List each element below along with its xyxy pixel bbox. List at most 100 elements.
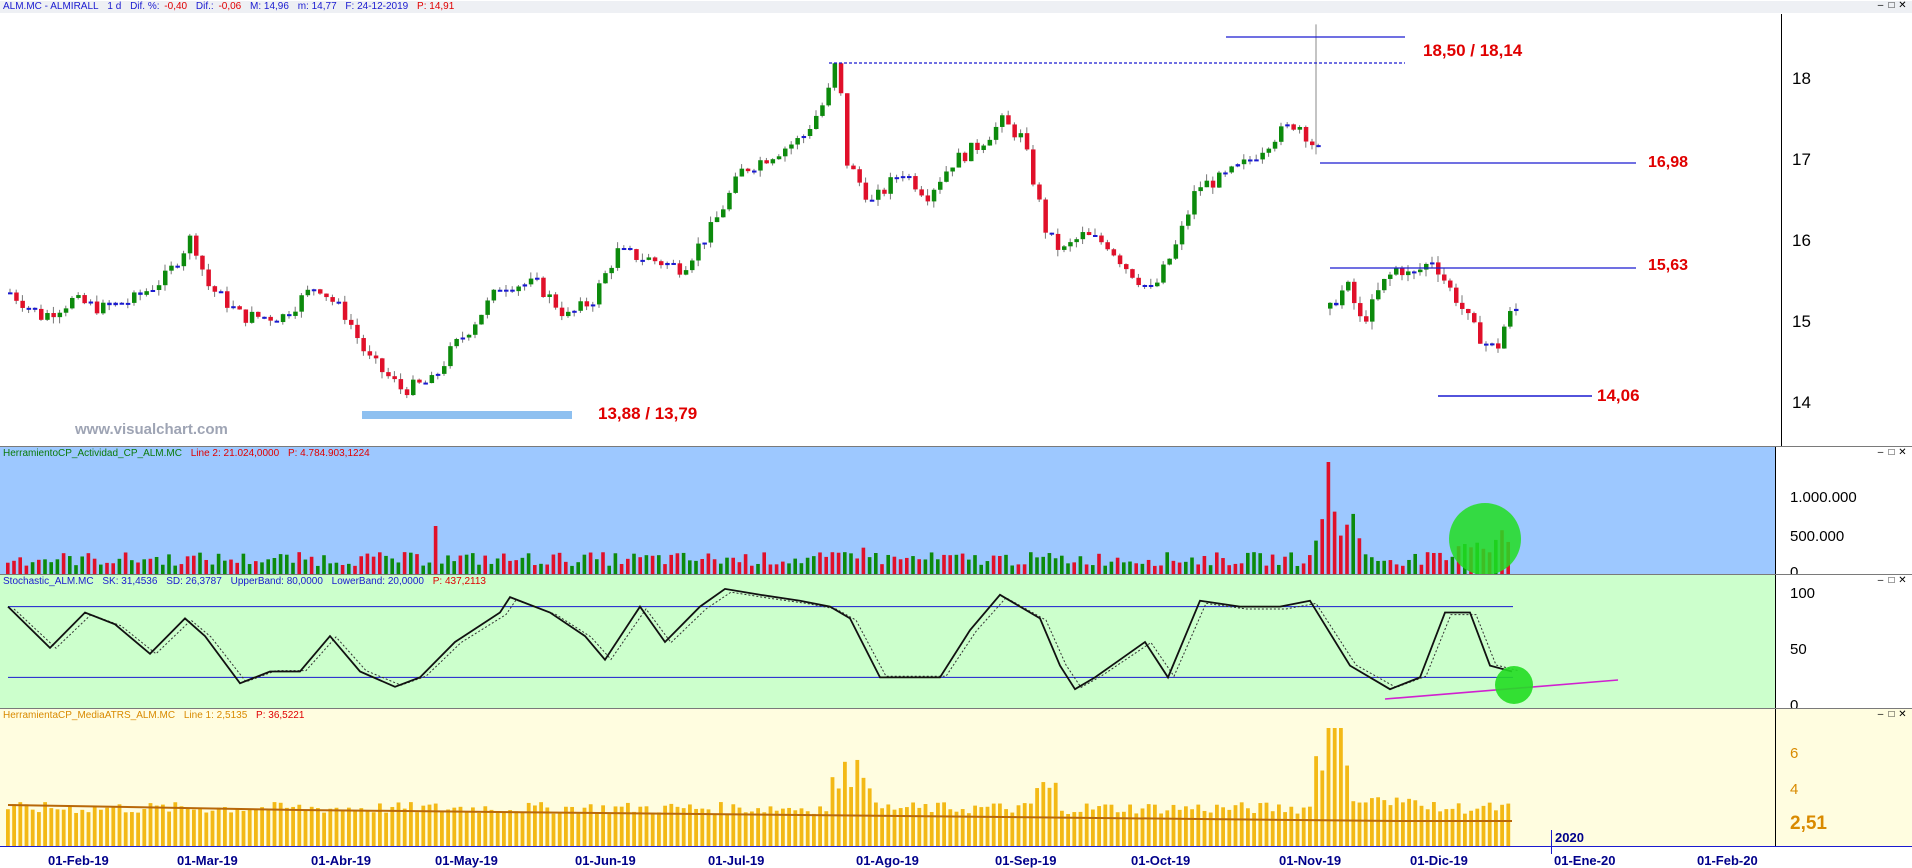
atr-bar [675, 806, 680, 846]
candle [820, 105, 825, 116]
candle [70, 297, 75, 309]
maximize-icon[interactable]: □ [1886, 448, 1897, 458]
close-icon[interactable]: ✕ [1897, 448, 1908, 458]
candle [460, 337, 466, 340]
candle [559, 307, 565, 317]
atr-bar [1456, 803, 1461, 846]
volume-bar [960, 553, 965, 574]
volume-bar [1072, 562, 1076, 574]
volume-bar [1053, 558, 1058, 574]
atr-bar [74, 812, 78, 846]
volume-p-value: P: 4.784.903,1224 [287, 448, 370, 459]
x-tick-ago19: 01-Ago-19 [856, 853, 919, 868]
volume-pane[interactable]: HerramientoCP_Actividad_CP_ALM.MC Line 2… [0, 446, 1912, 575]
candle [1117, 255, 1123, 265]
close-icon[interactable]: ✕ [1897, 576, 1908, 586]
candle [652, 257, 658, 262]
minimize-icon[interactable]: – [1875, 710, 1886, 720]
minimize-icon[interactable]: – [1875, 1, 1886, 11]
candle [417, 379, 422, 383]
stochastic-highlight-circle [1495, 666, 1533, 704]
candle [1006, 115, 1011, 125]
maximize-icon[interactable]: □ [1886, 576, 1897, 586]
atr-bar [216, 807, 221, 846]
atr-bar [1221, 807, 1225, 846]
candle [975, 142, 980, 150]
atr-bar [142, 808, 147, 846]
stochastic-pane[interactable]: Stochastic_ALM.MC SK: 31,4536 SD: 26,378… [0, 574, 1912, 709]
volume-bar [942, 554, 946, 574]
candle [721, 209, 726, 218]
maximize-icon[interactable]: □ [1886, 1, 1897, 11]
price-pane[interactable]: ALM.MC - ALMIRALL 1 d Dif. %: -0,40 Dif.… [0, 0, 1912, 446]
candle [1490, 343, 1495, 346]
dif-pct-label: Dif. %: [130, 1, 160, 12]
volume-bar [1010, 565, 1014, 574]
volume-bar [508, 560, 512, 574]
candle [628, 248, 633, 251]
volume-bar [576, 562, 580, 574]
minimize-icon[interactable]: – [1875, 576, 1886, 586]
price-pane-header: ALM.MC - ALMIRALL 1 d Dif. %: -0,40 Dif.… [0, 1, 1912, 13]
candle [1442, 274, 1447, 281]
atr-bar [588, 804, 593, 846]
minimize-icon[interactable]: – [1875, 448, 1886, 458]
volume-highlight-circle [1449, 503, 1521, 575]
volume-bar [892, 556, 897, 574]
price-pane-window-buttons: – □ ✕ [1875, 1, 1908, 11]
stochastic-sk-line [7, 587, 1513, 691]
atr-pane[interactable]: HerramientaCP_MediaATRS_ALM.MC Line 1: 2… [0, 708, 1912, 847]
candle [646, 257, 652, 260]
volume-bar [353, 565, 357, 574]
volume-bar [136, 562, 140, 574]
candle [150, 289, 156, 292]
candle [863, 182, 869, 200]
volume-bar [359, 556, 363, 574]
candle [659, 261, 664, 266]
volume-bar [1246, 552, 1250, 574]
atr-tick-6: 6 [1790, 745, 1799, 762]
candle [57, 312, 63, 318]
volume-bar [1289, 552, 1293, 574]
volume-bar [632, 553, 636, 574]
atr-bar [359, 808, 364, 846]
x-tick-nov19: 01-Nov-19 [1279, 853, 1342, 868]
candle [119, 302, 125, 305]
volume-bar [1171, 560, 1176, 574]
atr-bar [1060, 810, 1064, 846]
volume-bar [849, 553, 853, 574]
candle [473, 324, 478, 335]
candle [938, 181, 943, 190]
close-icon[interactable]: ✕ [1897, 1, 1908, 11]
volume-bar [458, 555, 463, 574]
volume-bar [1115, 557, 1120, 574]
candle [1406, 271, 1411, 276]
candle [665, 262, 670, 266]
maximize-icon[interactable]: □ [1886, 710, 1897, 720]
volume-bar [1184, 561, 1188, 574]
volume-bar [1419, 564, 1424, 574]
atr-bar [30, 809, 35, 846]
atr-bar [68, 806, 72, 846]
candle [318, 289, 323, 294]
volume-bar [1376, 560, 1380, 574]
atr-bar [1202, 810, 1207, 846]
atr-bar [880, 808, 884, 846]
candle [1148, 284, 1154, 287]
max-value: M: 14,96 [250, 1, 289, 12]
volume-bar [905, 557, 909, 574]
candle [566, 311, 571, 317]
atr-bar [1332, 728, 1337, 846]
volume-bar [1332, 511, 1337, 574]
close-icon[interactable]: ✕ [1897, 710, 1908, 720]
support-zone-band [362, 411, 572, 419]
candle [1198, 187, 1203, 192]
price-chart[interactable] [0, 0, 1912, 446]
candle [1514, 308, 1519, 312]
candle [392, 376, 397, 380]
candle [1037, 184, 1042, 200]
candle [1370, 299, 1375, 322]
atr-bar [1140, 808, 1145, 846]
atr-bar [1122, 811, 1126, 846]
volume-bar [1339, 535, 1343, 574]
